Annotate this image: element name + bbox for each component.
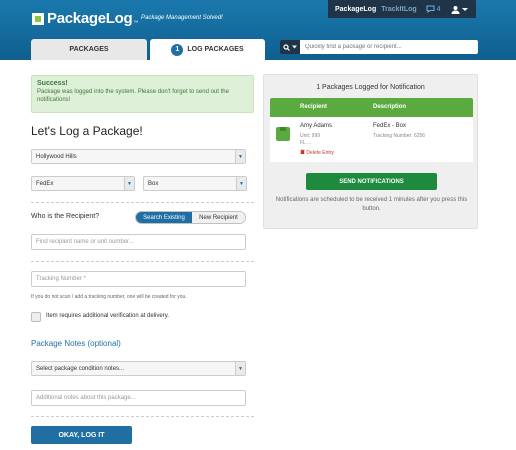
- logged-packages-panel: 1 Packages Logged for Notification Recip…: [263, 74, 478, 229]
- package-description: FedEx - Box: [373, 123, 407, 129]
- trash-icon: [300, 149, 305, 155]
- chevron-down-icon: ▼: [235, 150, 245, 163]
- divider: [31, 202, 254, 203]
- tagline: Package Management Solved!: [141, 15, 223, 21]
- top-nav: PackageLog TrackItLog 4: [328, 0, 476, 18]
- alert-title: Success!: [37, 80, 68, 87]
- recipient-label: Who is the Recipient?: [31, 213, 100, 220]
- divider: [31, 261, 254, 262]
- search-scope-button[interactable]: [280, 40, 300, 54]
- logo-text: PackageLog: [47, 10, 133, 27]
- nav-trackitlog-link[interactable]: TrackItLog: [381, 6, 416, 13]
- notification-note: Notifications are scheduled to be receiv…: [275, 197, 468, 212]
- logo-icon: [32, 12, 44, 25]
- search-input[interactable]: [300, 40, 478, 54]
- chat-icon: [426, 5, 435, 13]
- tracking-hint: If you do not scan / add a tracking numb…: [31, 294, 187, 300]
- main-content: Success! Package was logged into the sys…: [0, 60, 516, 450]
- tab-log-packages-label: LOG PACKAGES: [187, 46, 244, 53]
- tracking-number-input[interactable]: Tracking Number *: [31, 271, 246, 287]
- table-row: Amy Adams Unit: 999 FL ... Delete Entry …: [270, 117, 473, 162]
- tab-step-badge: 1: [171, 43, 184, 56]
- carrier-value: FedEx: [36, 180, 54, 187]
- tab-log-packages[interactable]: 1 LOG PACKAGES: [150, 39, 265, 60]
- app-header: PackageLog ™ Package Management Solved! …: [0, 0, 516, 60]
- column-recipient: Recipient: [300, 104, 328, 110]
- location-value: Hollywood Hills: [36, 153, 77, 160]
- recipient-mode-toggle: Search Existing New Recipient: [135, 211, 246, 224]
- verification-label: Item requires additional verification at…: [46, 313, 169, 319]
- condition-notes-select[interactable]: Select package condition notes... ▼: [31, 361, 246, 376]
- carrier-select[interactable]: FedEx ▼: [31, 176, 135, 191]
- package-type-value: Box: [148, 180, 159, 187]
- logo[interactable]: PackageLog ™: [32, 10, 138, 27]
- panel-title: 1 Packages Logged for Notification: [316, 84, 425, 91]
- condition-notes-value: Select package condition notes...: [36, 365, 125, 372]
- package-type-select[interactable]: Box ▼: [143, 176, 247, 191]
- package-notes-heading: Package Notes (optional): [31, 339, 121, 348]
- tab-packages-label: PACKAGES: [69, 46, 109, 53]
- page-title: Let's Log a Package!: [31, 124, 143, 138]
- caret-down-icon: [461, 7, 468, 11]
- send-notifications-button[interactable]: SEND NOTIFICATIONS: [306, 173, 437, 190]
- recipient-unit: Unit: 999: [300, 133, 321, 139]
- additional-notes-input[interactable]: Additional notes about this package...: [31, 390, 246, 406]
- delete-entry-link[interactable]: Delete Entry: [300, 149, 334, 156]
- chevron-down-icon: ▼: [235, 362, 245, 375]
- column-description: Description: [373, 104, 407, 110]
- divider: [31, 416, 254, 417]
- logo-trademark: ™: [133, 19, 139, 26]
- search-icon: [283, 43, 290, 51]
- alert-message: Package was logged into the system. Plea…: [37, 89, 229, 103]
- recipient-floor: FL ...: [300, 140, 312, 146]
- chevron-down-icon: ▼: [236, 177, 246, 190]
- location-select[interactable]: Hollywood Hills ▼: [31, 149, 246, 164]
- messages-button[interactable]: 4: [426, 5, 441, 13]
- chevron-down-icon: ▼: [124, 177, 134, 190]
- user-menu-button[interactable]: [451, 5, 468, 14]
- success-alert: Success! Package was logged into the sys…: [31, 75, 254, 113]
- package-icon: [276, 127, 290, 141]
- delete-entry-label: Delete Entry: [306, 150, 334, 156]
- tracking-number: Tracking Number: 6256: [373, 133, 426, 139]
- log-package-button[interactable]: OKAY, LOG IT: [31, 426, 132, 444]
- recipient-search-input[interactable]: Find recipient name or unit number...: [31, 234, 246, 250]
- verification-checkbox[interactable]: [31, 312, 41, 322]
- caret-down-icon: [292, 45, 297, 49]
- table-header: Recipient Description: [270, 98, 473, 117]
- recipient-name: Amy Adams: [300, 123, 333, 129]
- user-icon: [451, 5, 460, 14]
- search-existing-button[interactable]: Search Existing: [136, 212, 192, 223]
- tab-packages[interactable]: PACKAGES: [31, 39, 147, 60]
- message-count: 4: [436, 5, 441, 13]
- new-recipient-button[interactable]: New Recipient: [192, 212, 245, 223]
- nav-packagelog-link[interactable]: PackageLog: [335, 6, 376, 13]
